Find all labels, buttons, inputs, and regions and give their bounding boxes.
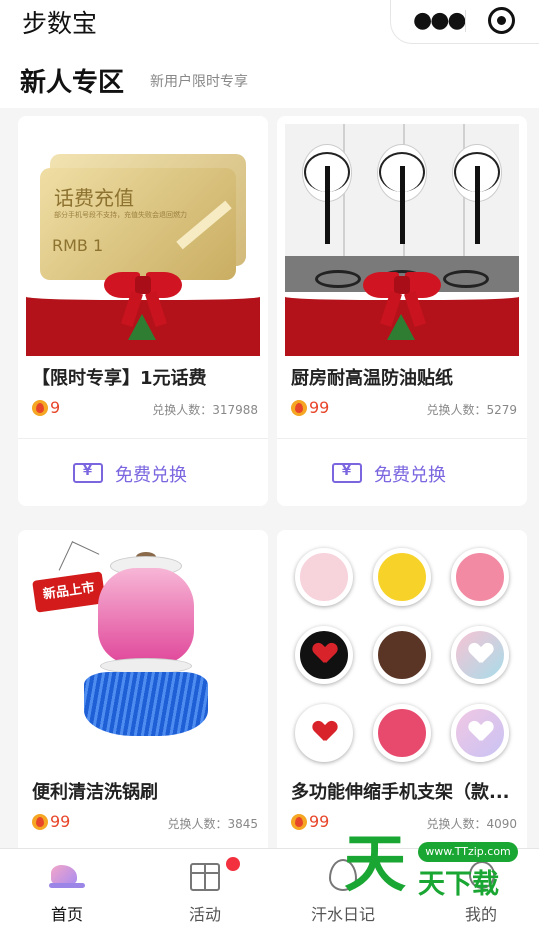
product-title: 多功能伸缩手机支架（款...	[291, 782, 510, 803]
gold-card-value: RMB 1	[52, 236, 104, 255]
price-row: 99 兑换人数：3845	[32, 812, 258, 834]
site-watermark: 天 www.TTzip.com 天下载	[344, 828, 539, 920]
new-arrival-tag: 新品上市	[32, 571, 106, 613]
ribbon-bow-icon	[104, 266, 182, 328]
product-price: 99	[309, 398, 330, 417]
watermark-url: www.TTzip.com	[418, 842, 518, 862]
red-heart-grip-icon	[295, 704, 353, 762]
tab-home[interactable]: 首页	[12, 849, 122, 925]
section-title: 新人专区	[20, 68, 125, 98]
watermark-text: 天下载	[418, 869, 499, 900]
fire-icon	[291, 400, 307, 416]
burner-icon	[443, 270, 489, 288]
pastel-heart-grip-icon	[451, 704, 509, 762]
christmas-ribbon-band	[285, 272, 519, 356]
fire-icon	[32, 400, 48, 416]
soap-dispenser	[98, 568, 194, 664]
product-card[interactable]: 话费充值 部分手机号段不支持，充值失败会退回燃力 RMB 1 【限时专享】1元话…	[18, 116, 268, 506]
price-row: 9 兑换人数：317988	[32, 398, 258, 420]
free-redeem-label: 免费兑换	[115, 465, 187, 486]
target-close-icon[interactable]	[488, 7, 515, 34]
sneaker-icon	[49, 861, 85, 889]
mini-program-capsule: ●●●	[390, 0, 539, 44]
gold-card-fine-print: 部分手机号段不支持，充值失败会退回燃力	[54, 211, 187, 219]
app-title: 步数宝	[22, 9, 98, 38]
free-redeem-button[interactable]: 免费兑换	[277, 439, 527, 506]
gold-card-stripe	[176, 200, 232, 250]
heart-grip-icon	[295, 626, 353, 684]
coupon-icon	[332, 463, 362, 483]
tile-wall	[285, 124, 519, 256]
brush-bristles	[84, 672, 208, 736]
product-price: 9	[50, 398, 61, 417]
product-card[interactable]: 厨房耐高温防油贴纸 99 兑换人数：5279 免费兑换	[277, 116, 527, 506]
title-bar: 步数宝 ●●●	[0, 0, 539, 46]
product-image-pot-brush: 新品上市	[26, 538, 260, 770]
coupon-icon	[73, 463, 103, 483]
christmas-tree-icon	[128, 314, 156, 340]
christmas-ribbon-band	[26, 272, 260, 356]
fire-icon	[32, 814, 48, 830]
section-subtitle: 新用户限时专享	[150, 74, 248, 90]
gold-card-title: 话费充值	[54, 186, 134, 210]
more-dots-icon[interactable]: ●●●	[413, 8, 467, 33]
lemon-grip-icon	[373, 548, 431, 606]
product-price: 99	[309, 812, 330, 831]
price-row: 99 兑换人数：5279	[291, 398, 517, 420]
notification-badge	[226, 857, 240, 871]
page: 步数宝 ●●● 新人专区 新用户限时专享 话费充值 部分手机号段不支持，充值失败…	[0, 0, 539, 925]
gradient-heart-grip-icon	[451, 626, 509, 684]
ribbon-bow-icon	[363, 266, 441, 328]
product-image-kitchen-sticker	[285, 124, 519, 356]
watermark-large-char: 天	[344, 827, 407, 900]
product-image-phone-credit: 话费充值 部分手机号段不支持，充值失败会退回燃力 RMB 1	[26, 124, 260, 356]
product-title: 厨房耐高温防油贴纸	[291, 368, 453, 389]
tab-activity[interactable]: 活动	[150, 849, 260, 925]
product-price: 99	[50, 812, 71, 831]
burner-icon	[315, 270, 361, 288]
watermelon-grip-icon	[373, 704, 431, 762]
product-image-phone-grips	[285, 538, 519, 770]
product-title: 便利清洁洗锅刷	[32, 782, 158, 803]
tab-label: 首页	[50, 905, 83, 924]
section-header: 新人专区 新用户限时专享	[0, 46, 539, 108]
christmas-tree-icon	[387, 314, 415, 340]
capsule-divider	[465, 10, 466, 32]
product-card[interactable]: 新品上市 便利清洁洗锅刷 99 兑换人数：3845	[18, 530, 268, 860]
chocolate-donut-grip-icon	[373, 626, 431, 684]
redeem-count: 兑换人数：3845	[167, 817, 258, 831]
free-redeem-label: 免费兑换	[374, 465, 446, 486]
redeem-count: 兑换人数：317988	[152, 403, 258, 417]
fire-icon	[291, 814, 307, 830]
donut-grip-icon	[451, 548, 509, 606]
product-card[interactable]: 多功能伸缩手机支架（款... 99 兑换人数：4090	[277, 530, 527, 860]
product-title: 【限时专享】1元话费	[32, 368, 207, 389]
redeem-count: 兑换人数：5279	[426, 403, 517, 417]
free-redeem-button[interactable]: 免费兑换	[18, 439, 268, 506]
tab-label: 活动	[188, 905, 221, 924]
gift-icon	[190, 863, 220, 891]
peach-grip-icon	[295, 548, 353, 606]
gold-card-front: 话费充值 部分手机号段不支持，充值失败会退回燃力 RMB 1	[40, 168, 236, 280]
